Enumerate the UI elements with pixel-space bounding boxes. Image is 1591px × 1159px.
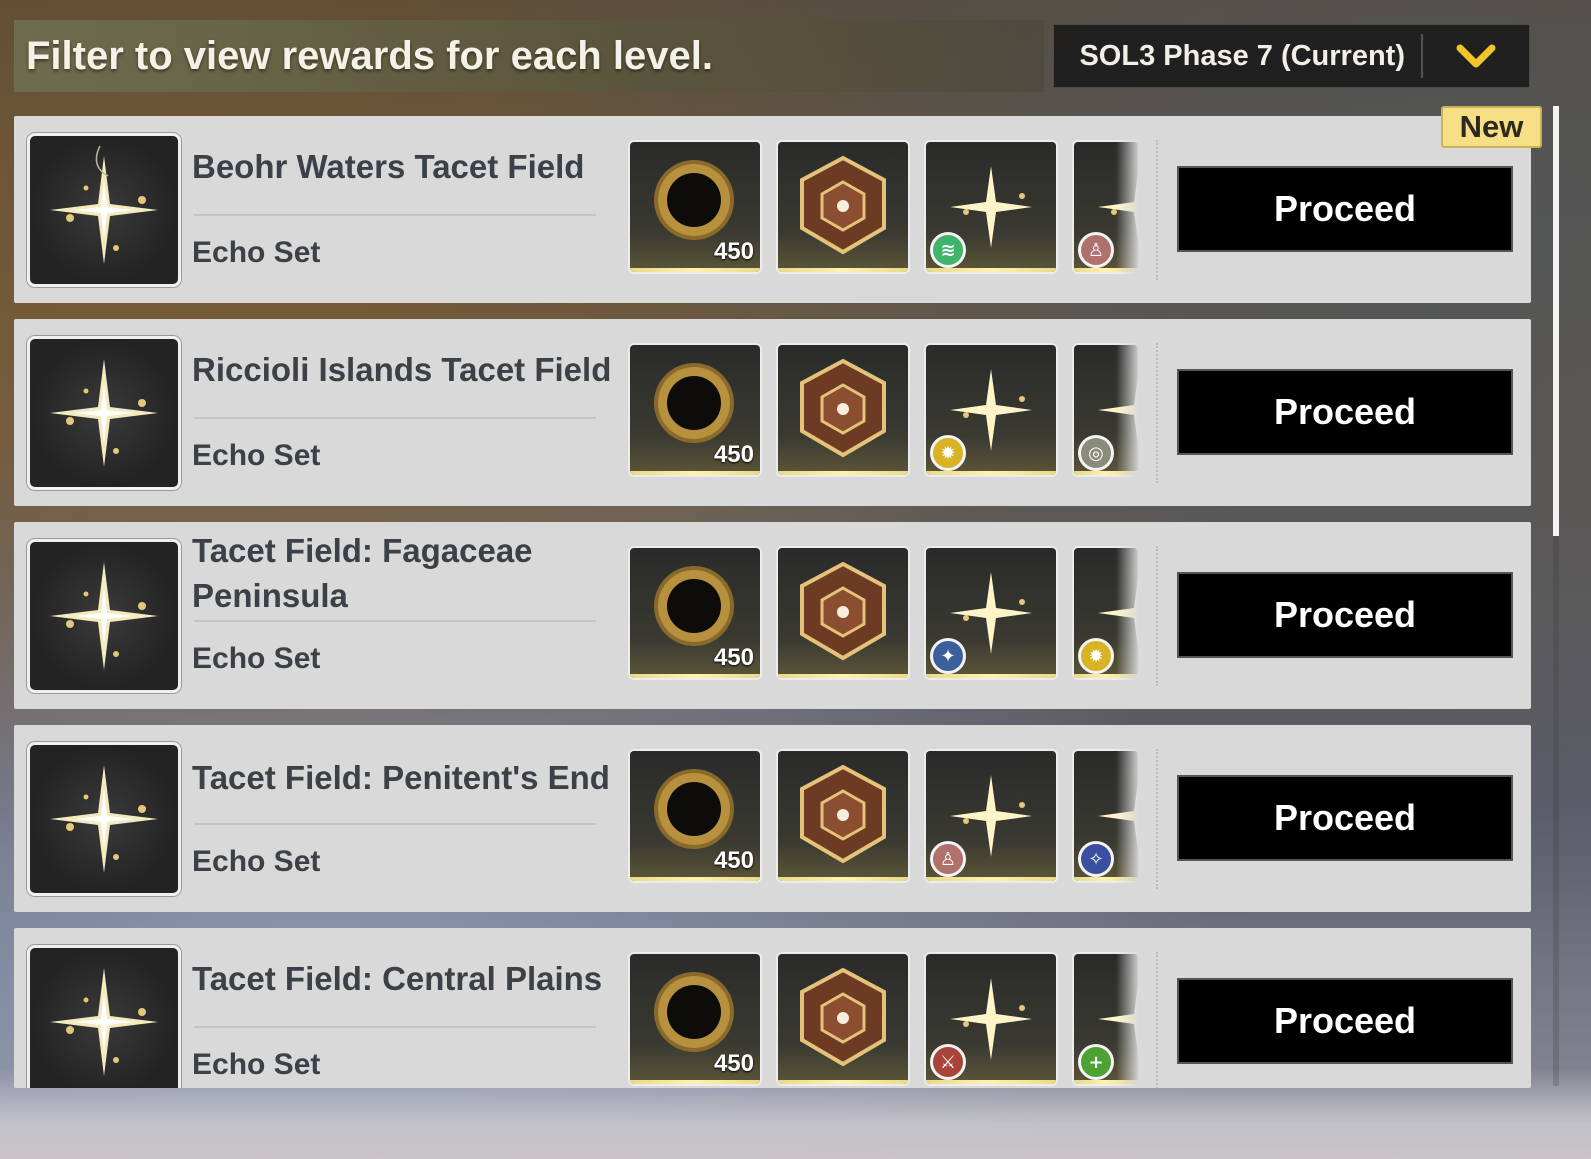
tacet-field-row: Riccioli Islands Tacet Field Echo Set 45… [14,319,1531,506]
row-title: Beohr Waters Tacet Field [192,148,585,185]
reward-fade [1116,339,1140,481]
reward-data-dice[interactable] [778,954,908,1084]
row-subtitle: Echo Set [192,439,321,472]
dotted-divider [1156,952,1160,1088]
sun-gear-icon: ✹ [930,435,966,471]
page-title: Filter to view rewards for each level. [26,33,713,78]
row-subtitle: Echo Set [192,1048,321,1081]
reward-echo-set-a[interactable]: ≋ [926,142,1056,272]
echo-sparkle-icon [27,336,181,490]
tacet-field-row: Tacet Field: Central Plains Echo Set 450… [14,928,1531,1088]
reward-data-dice[interactable] [778,751,908,881]
crossed-swords-icon: ⚔ [930,1044,966,1080]
proceed-button[interactable]: Proceed [1177,978,1513,1064]
phase-dropdown[interactable]: SOL3 Phase 7 (Current) [1053,24,1530,88]
data-dice-icon [800,764,886,864]
divider [194,620,596,622]
reward-data-dice[interactable] [778,142,908,272]
divider [194,214,596,216]
reward-fade [1116,542,1140,684]
data-dice-icon [800,967,886,1067]
tacet-field-row: Tacet Field: Fagaceae Peninsula Echo Set… [14,522,1531,709]
reward-data-dice[interactable] [778,548,908,678]
divider [194,823,596,825]
reward-echo-set-a[interactable]: ✦ [926,548,1056,678]
dotted-divider [1156,749,1160,889]
plus-heal-icon: + [1078,1044,1114,1080]
row-subtitle: Echo Set [192,642,321,675]
data-dice-icon [800,155,886,255]
row-title: Tacet Field: Fagaceae Peninsula [192,532,533,614]
figure-icon: ♙ [1078,232,1114,268]
echo-sparkle-icon [27,133,181,287]
spiral-target-icon: ◎ [1078,435,1114,471]
tacet-field-row: Beohr Waters Tacet Field Echo Set 450 ≋ … [14,116,1531,303]
reward-shell-credit[interactable]: 450 [630,142,760,272]
reward-fade [1116,745,1140,887]
divider [194,417,596,419]
proceed-button[interactable]: Proceed [1177,369,1513,455]
dotted-divider [1156,140,1160,280]
tacet-field-row: Tacet Field: Penitent's End Echo Set 450… [14,725,1531,912]
chevron-down-icon[interactable] [1423,25,1529,87]
dotted-divider [1156,343,1160,483]
echo-sparkle-icon [27,539,181,693]
reward-echo-set-a[interactable]: ♙ [926,751,1056,881]
wind-sigil-icon: ≋ [930,232,966,268]
reward-count: 450 [713,441,754,468]
reward-data-dice[interactable] [778,345,908,475]
row-title: Riccioli Islands Tacet Field [192,351,612,388]
new-badge: New [1441,106,1542,148]
data-dice-icon [800,358,886,458]
reward-shell-credit[interactable]: 450 [630,954,760,1084]
compass-star-icon: ✦ [930,638,966,674]
dotted-divider [1156,546,1160,686]
proceed-button[interactable]: Proceed [1177,775,1513,861]
reward-shell-credit[interactable]: 450 [630,548,760,678]
reward-shell-credit[interactable]: 450 [630,751,760,881]
row-subtitle: Echo Set [192,845,321,878]
echo-sparkle-icon [27,945,181,1088]
sun-gear-icon: ✹ [1078,638,1114,674]
reward-count: 450 [713,644,754,671]
reward-count: 450 [713,1050,754,1077]
reward-echo-set-a[interactable]: ✹ [926,345,1056,475]
figure-icon: ♙ [930,841,966,877]
row-subtitle: Echo Set [192,236,321,269]
scrollbar-thumb[interactable] [1553,106,1559,536]
echo-sparkle-icon [27,742,181,896]
row-title: Tacet Field: Central Plains [192,960,603,997]
reward-fade [1116,136,1140,278]
sparkle-star-icon: ✧ [1078,841,1114,877]
reward-shell-credit[interactable]: 450 [630,345,760,475]
filter-header: Filter to view rewards for each level. [14,20,1044,92]
reward-fade [1116,948,1140,1088]
reward-count: 450 [713,847,754,874]
reward-echo-set-a[interactable]: ⚔ [926,954,1056,1084]
phase-dropdown-label: SOL3 Phase 7 (Current) [1079,39,1405,72]
row-title: Tacet Field: Penitent's End [192,759,610,796]
reward-count: 450 [713,238,754,265]
data-dice-icon [800,561,886,661]
proceed-button[interactable]: Proceed [1177,166,1513,252]
proceed-button[interactable]: Proceed [1177,572,1513,658]
divider [194,1026,596,1028]
